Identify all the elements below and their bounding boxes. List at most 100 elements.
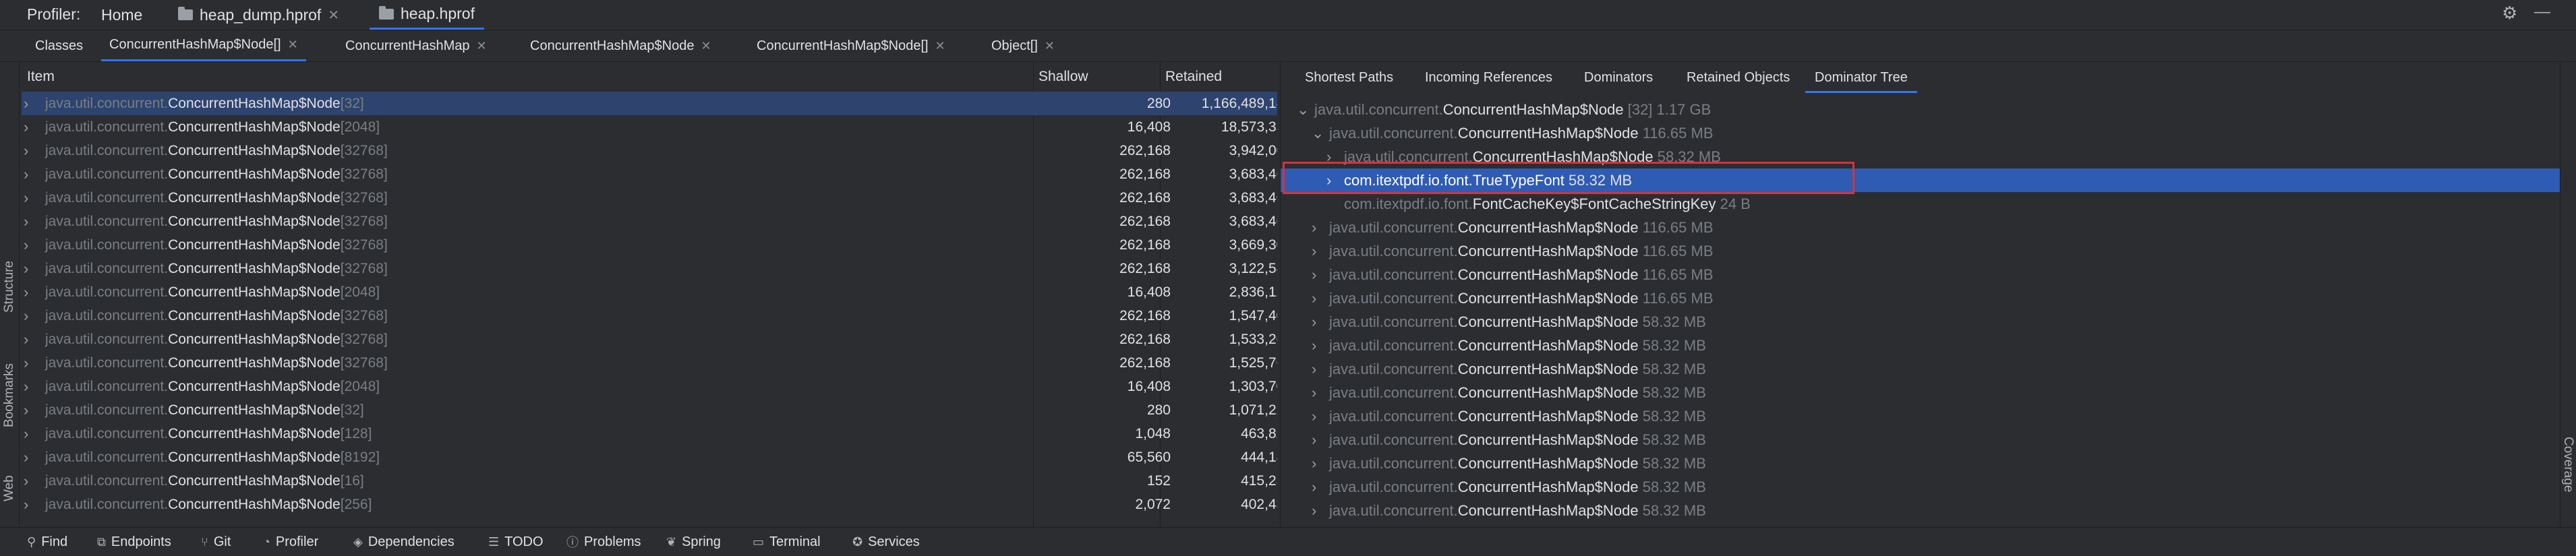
- chevron-right-icon[interactable]: ›: [24, 469, 28, 493]
- close-icon[interactable]: ✕: [935, 39, 945, 53]
- tab-shortest-paths[interactable]: Shortest Paths: [1305, 62, 1393, 93]
- chevron-right-icon[interactable]: ›: [24, 92, 28, 115]
- tree-node[interactable]: › java.util.concurrent.ConcurrentHashMap$…: [1281, 310, 2560, 334]
- table-row[interactable]: › java.util.concurrent.ConcurrentHashMap$…: [22, 186, 1277, 210]
- tree-node[interactable]: › java.util.concurrent.ConcurrentHashMap$…: [1281, 475, 2560, 499]
- chevron-right-icon[interactable]: ›: [1312, 263, 1316, 286]
- subtab-node-array[interactable]: ConcurrentHashMap$Node[] ✕: [101, 30, 306, 61]
- tree-node[interactable]: com.itextpdf.io.font.FontCacheKey$FontCa…: [1281, 192, 2560, 216]
- chevron-right-icon[interactable]: ›: [24, 398, 28, 422]
- close-icon[interactable]: ✕: [701, 39, 711, 53]
- tab-dominators[interactable]: Dominators: [1584, 62, 1653, 93]
- chevron-down-icon[interactable]: ⌄: [1312, 121, 1324, 145]
- table-row[interactable]: › java.util.concurrent.ConcurrentHashMap$…: [22, 257, 1277, 280]
- chevron-right-icon[interactable]: ›: [1312, 428, 1316, 452]
- chevron-right-icon[interactable]: ›: [1312, 286, 1316, 310]
- table-row[interactable]: › java.util.concurrent.ConcurrentHashMap$…: [22, 469, 1277, 493]
- tree-node[interactable]: ⌄ java.util.concurrent.ConcurrentHashMap$…: [1281, 121, 2560, 145]
- gear-icon[interactable]: ⚙: [2502, 3, 2517, 24]
- column-header-item[interactable]: Item: [22, 62, 1033, 92]
- column-header-shallow[interactable]: Shallow: [1033, 62, 1176, 92]
- structure-tool[interactable]: Structure: [2, 261, 17, 313]
- tree-node[interactable]: › java.util.concurrent.ConcurrentHashMap$…: [1281, 286, 2560, 310]
- chevron-right-icon[interactable]: ›: [1312, 216, 1316, 239]
- subtab-object-array[interactable]: Object[] ✕: [991, 30, 1055, 61]
- chevron-right-icon[interactable]: ›: [1312, 452, 1316, 475]
- table-row[interactable]: › java.util.concurrent.ConcurrentHashMap$…: [22, 233, 1277, 257]
- close-icon[interactable]: ✕: [1045, 39, 1055, 53]
- table-row[interactable]: › java.util.concurrent.ConcurrentHashMap$…: [22, 351, 1277, 375]
- tree-node[interactable]: › java.util.concurrent.ConcurrentHashMap$…: [1281, 239, 2560, 263]
- close-icon[interactable]: ✕: [328, 7, 339, 24]
- table-row[interactable]: › java.util.concurrent.ConcurrentHashMap$…: [22, 398, 1277, 422]
- table-row[interactable]: › java.util.concurrent.ConcurrentHashMap$…: [22, 139, 1277, 162]
- tree-node[interactable]: ⌄ java.util.concurrent.ConcurrentHashMap$…: [1281, 98, 2560, 121]
- table-row[interactable]: › java.util.concurrent.ConcurrentHashMap$…: [22, 328, 1277, 351]
- toolwindow-endpoints[interactable]: ⧉ Endpoints: [97, 528, 171, 556]
- tree-node[interactable]: › java.util.concurrent.ConcurrentHashMap$…: [1281, 452, 2560, 475]
- tree-node[interactable]: › java.util.concurrent.ConcurrentHashMap$…: [1281, 334, 2560, 357]
- chevron-right-icon[interactable]: ›: [1312, 334, 1316, 357]
- chevron-right-icon[interactable]: ›: [24, 210, 28, 233]
- chevron-right-icon[interactable]: ›: [24, 375, 28, 398]
- toolwindow-todo[interactable]: ☰ TODO: [488, 528, 544, 556]
- chevron-right-icon[interactable]: ›: [24, 162, 28, 186]
- table-row[interactable]: › java.util.concurrent.ConcurrentHashMap$…: [22, 210, 1277, 233]
- toolwindow-problems[interactable]: ⓘ Problems: [566, 528, 641, 556]
- table-row[interactable]: › java.util.concurrent.ConcurrentHashMap$…: [22, 304, 1277, 328]
- tab-home[interactable]: Home: [101, 0, 142, 30]
- chevron-right-icon[interactable]: ›: [24, 422, 28, 445]
- tree-node[interactable]: › java.util.concurrent.ConcurrentHashMap$…: [1281, 263, 2560, 286]
- toolwindow-profiler[interactable]: ◔ Profiler: [263, 528, 318, 556]
- chevron-right-icon[interactable]: ›: [1312, 475, 1316, 499]
- subtab-classes[interactable]: Classes: [35, 30, 83, 61]
- subtab-concurrenthashmap[interactable]: ConcurrentHashMap ✕: [345, 30, 487, 61]
- tab-incoming-references[interactable]: Incoming References: [1425, 62, 1552, 93]
- subtab-node[interactable]: ConcurrentHashMap$Node ✕: [530, 30, 711, 61]
- tree-node[interactable]: › java.util.concurrent.ConcurrentHashMap$…: [1281, 428, 2560, 452]
- toolwindow-services[interactable]: ✪ Services: [852, 528, 920, 556]
- chevron-right-icon[interactable]: ›: [24, 115, 28, 139]
- table-row[interactable]: › java.util.concurrent.ConcurrentHashMap$…: [22, 162, 1277, 186]
- chevron-right-icon[interactable]: ›: [24, 445, 28, 469]
- table-row[interactable]: › java.util.concurrent.ConcurrentHashMap$…: [22, 92, 1277, 115]
- minimize-icon[interactable]: —: [2534, 3, 2550, 22]
- chevron-right-icon[interactable]: ›: [24, 328, 28, 351]
- toolwindow-dependencies[interactable]: ◈ Dependencies: [353, 528, 455, 556]
- tree-node[interactable]: › java.util.concurrent.ConcurrentHashMap$…: [1281, 404, 2560, 428]
- chevron-right-icon[interactable]: ›: [24, 186, 28, 210]
- table-row[interactable]: › java.util.concurrent.ConcurrentHashMap$…: [22, 445, 1277, 469]
- close-icon[interactable]: ✕: [477, 39, 487, 53]
- chevron-right-icon[interactable]: ›: [1312, 239, 1316, 263]
- tab-heap[interactable]: heap.hprof: [370, 0, 484, 30]
- table-row[interactable]: › java.util.concurrent.ConcurrentHashMap$…: [22, 280, 1277, 304]
- tree-node[interactable]: › java.util.concurrent.ConcurrentHashMap$…: [1281, 381, 2560, 404]
- chevron-right-icon[interactable]: ›: [24, 280, 28, 304]
- chevron-right-icon[interactable]: ›: [24, 351, 28, 375]
- table-row[interactable]: › java.util.concurrent.ConcurrentHashMap$…: [22, 493, 1277, 516]
- chevron-right-icon[interactable]: ›: [1312, 499, 1316, 522]
- tree-node[interactable]: › java.util.concurrent.ConcurrentHashMap$…: [1281, 499, 2560, 522]
- web-tool[interactable]: Web: [2, 475, 17, 501]
- tree-node[interactable]: › java.util.concurrent.ConcurrentHashMap$…: [1281, 357, 2560, 381]
- table-row[interactable]: › java.util.concurrent.ConcurrentHashMap$…: [22, 375, 1277, 398]
- chevron-right-icon[interactable]: ›: [24, 304, 28, 328]
- chevron-right-icon[interactable]: ›: [24, 493, 28, 516]
- chevron-down-icon[interactable]: ⌄: [1297, 98, 1309, 121]
- toolwindow-spring[interactable]: ❦ Spring: [666, 528, 721, 556]
- chevron-right-icon[interactable]: ›: [1312, 357, 1316, 381]
- chevron-right-icon[interactable]: ›: [1312, 310, 1316, 334]
- bookmarks-tool[interactable]: Bookmarks: [2, 363, 17, 427]
- toolwindow-find[interactable]: ⚲ Find: [27, 528, 67, 556]
- column-header-retained[interactable]: Retained: [1160, 62, 1277, 92]
- subtab-node-array-2[interactable]: ConcurrentHashMap$Node[] ✕: [757, 30, 945, 61]
- coverage-tool[interactable]: Coverage: [2560, 437, 2575, 492]
- chevron-right-icon[interactable]: ›: [1312, 381, 1316, 404]
- chevron-right-icon[interactable]: ›: [1312, 404, 1316, 428]
- tree-node[interactable]: › java.util.concurrent.ConcurrentHashMap$…: [1281, 216, 2560, 239]
- tab-retained-objects[interactable]: Retained Objects: [1687, 62, 1790, 93]
- table-row[interactable]: › java.util.concurrent.ConcurrentHashMap$…: [22, 115, 1277, 139]
- toolwindow-git[interactable]: ⑂ Git: [201, 528, 231, 556]
- toolwindow-terminal[interactable]: ▭ Terminal: [753, 528, 821, 556]
- table-row[interactable]: › java.util.concurrent.ConcurrentHashMap$…: [22, 422, 1277, 445]
